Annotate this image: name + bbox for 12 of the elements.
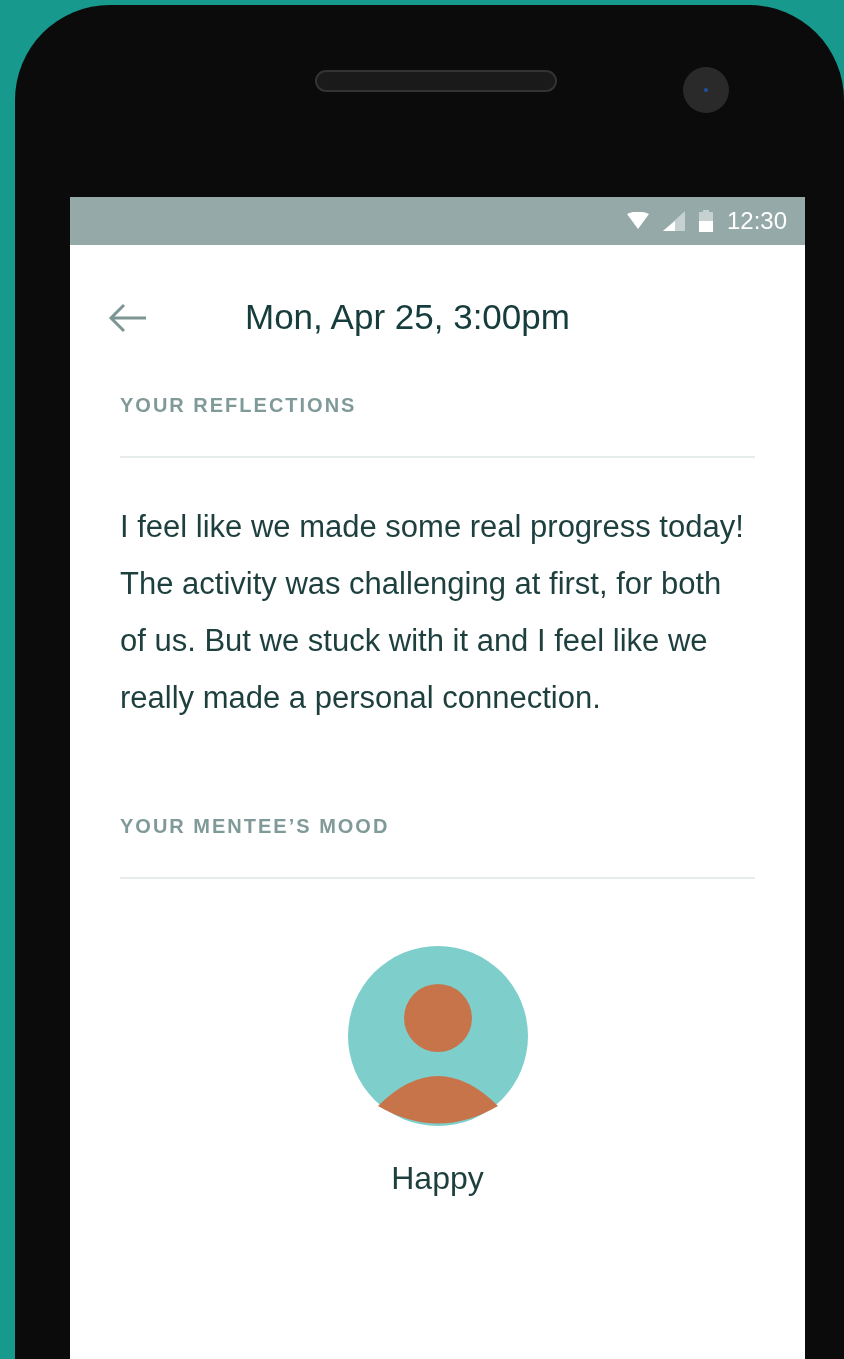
mood-label: Happy xyxy=(391,1159,484,1198)
section-heading: YOUR REFLECTIONS xyxy=(120,393,358,418)
reflection-text: I feel like we made some real progress today! The activity was challenging at first, for both of us. But we stuck with it and I feel like we really made a personal connection. xyxy=(120,508,745,717)
status-time: 12:30 xyxy=(726,206,787,236)
back-arrow-icon xyxy=(108,302,148,333)
section-heading: YOUR MENTEE’S MOOD xyxy=(120,814,391,839)
battery-icon xyxy=(698,210,713,232)
page-title: Mon, Apr 25, 3:00pm xyxy=(245,296,570,339)
camera-lens xyxy=(683,67,729,113)
wifi-icon xyxy=(626,212,649,230)
signal-icon xyxy=(662,211,685,231)
avatar-icon xyxy=(347,946,528,1126)
